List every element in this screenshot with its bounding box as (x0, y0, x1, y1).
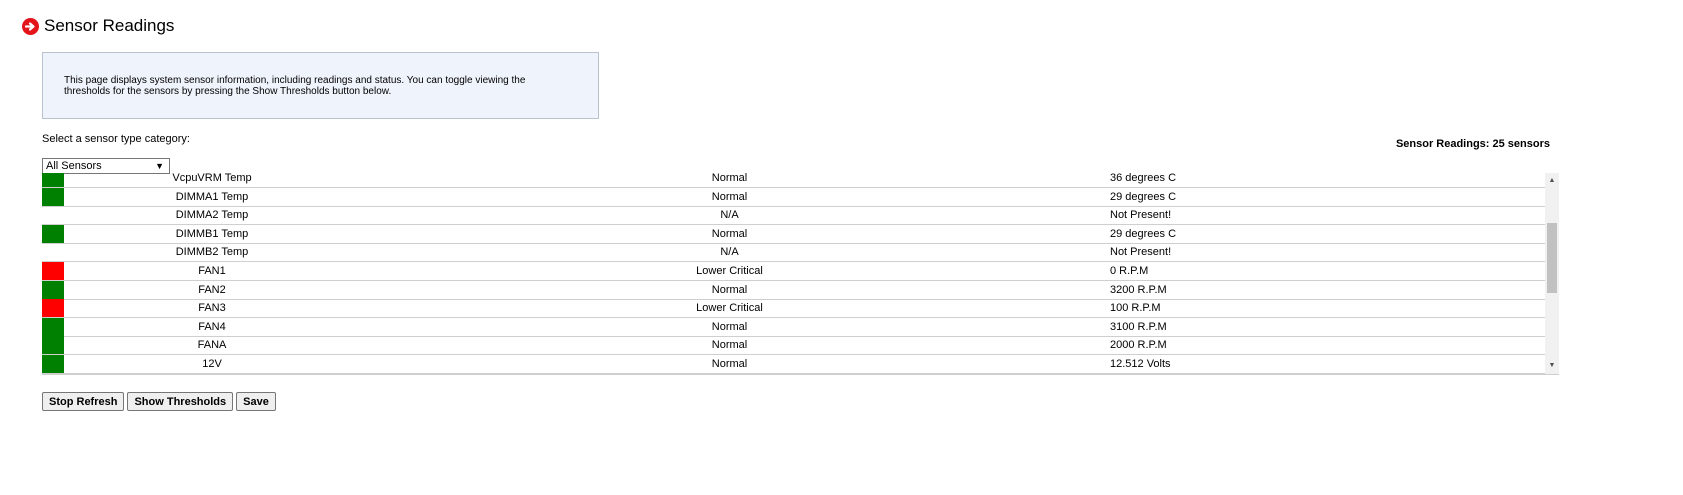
sensor-table[interactable]: VcpuVRM Temp Normal 36 degrees C DIMMA1 Tem… (42, 173, 1559, 375)
sensor-status: N/A (720, 246, 739, 259)
stop-refresh-button[interactable]: Stop Refresh (42, 392, 125, 411)
sensor-name: VcpuVRM Temp (172, 173, 252, 184)
sensor-status: Normal (711, 283, 748, 296)
status-indicator (42, 173, 64, 187)
scroll-up-arrow-icon[interactable]: ▲ (1545, 175, 1559, 187)
status-indicator (42, 280, 64, 299)
sensor-row: FAN3 Lower Critical 100 R.P.M (42, 299, 1545, 319)
page-title: Sensor Readings (44, 16, 175, 35)
sensor-row: FAN2 Normal 3200 R.P.M (42, 280, 1545, 300)
status-indicator (42, 262, 64, 280)
table-scrollbar[interactable]: ▲ ▼ (1545, 173, 1559, 374)
sensor-reading: 100 R.P.M (1110, 302, 1161, 315)
sensor-name: FAN2 (198, 283, 226, 296)
save-button[interactable]: Save (236, 392, 276, 411)
sensor-name: DIMMB1 Temp (175, 227, 249, 240)
arrow-right-circle-icon (22, 17, 39, 35)
show-thresholds-button[interactable]: Show Thresholds (127, 392, 234, 411)
status-indicator (42, 224, 64, 243)
scroll-down-arrow-icon[interactable]: ▼ (1545, 360, 1559, 372)
sensor-status: Normal (711, 339, 748, 352)
sensor-name: DIMMA2 Temp (175, 209, 249, 222)
info-panel: This page displays system sensor informa… (42, 52, 599, 119)
sensor-reading: 3100 R.P.M (1110, 320, 1167, 333)
button-bar: Stop Refresh Show Thresholds Save (42, 392, 276, 411)
sensor-row: VcpuVRM Temp Normal 36 degrees C (42, 173, 1545, 188)
sensor-row: DIMMB2 Temp N/A Not Present! (42, 243, 1545, 263)
sensor-row: DIMMB1 Temp Normal 29 degrees C (42, 224, 1545, 244)
sensor-name: FAN3 (198, 302, 226, 315)
status-indicator (42, 317, 64, 336)
sensor-status: N/A (720, 209, 739, 222)
sensor-category-select[interactable]: All Sensors ▼ (42, 158, 170, 174)
sensor-row: 12V Normal 12.512 Volts (42, 355, 1545, 374)
sensor-reading: 0 R.P.M (1110, 265, 1149, 277)
sensor-status: Normal (711, 320, 748, 333)
status-indicator (42, 299, 64, 318)
sensor-status: Lower Critical (696, 265, 763, 277)
sensor-row: FANA Normal 2000 R.P.M (42, 336, 1545, 356)
sensor-name: FANA (197, 339, 227, 352)
sensor-reading: 12.512 Volts (1110, 358, 1171, 370)
info-text: This page displays system sensor informa… (64, 75, 526, 97)
sensor-reading: 36 degrees C (1110, 173, 1177, 184)
sensor-name: FAN1 (198, 265, 226, 277)
sensor-status: Normal (711, 190, 748, 203)
status-indicator (42, 336, 64, 355)
sensor-category-value: All Sensors (46, 160, 102, 172)
sensor-reading: 3200 R.P.M (1110, 283, 1167, 296)
scroll-thumb[interactable] (1547, 223, 1557, 293)
status-indicator (42, 206, 64, 224)
sensor-row: DIMMA1 Temp Normal 29 degrees C (42, 187, 1545, 207)
status-indicator (42, 355, 64, 373)
sensor-name: DIMMB2 Temp (175, 246, 249, 259)
sensor-name: FAN4 (198, 320, 226, 333)
sensor-count: Sensor Readings: 25 sensors (1395, 138, 1550, 150)
sensor-status: Normal (711, 173, 748, 184)
sensor-name: 12V (202, 358, 222, 370)
sensor-status: Normal (711, 227, 748, 240)
sensor-reading: 2000 R.P.M (1110, 339, 1167, 352)
dropdown-arrow-icon: ▼ (155, 161, 164, 171)
sensor-name: DIMMA1 Temp (175, 190, 249, 203)
sensor-reading: Not Present! (1110, 209, 1172, 222)
sensor-row: DIMMA2 Temp N/A Not Present! (42, 206, 1545, 226)
sensor-row: FAN1 Lower Critical 0 R.P.M (42, 262, 1545, 281)
sensor-reading: 29 degrees C (1110, 190, 1177, 203)
page-header: Sensor Readings (22, 16, 174, 36)
sensor-status: Lower Critical (696, 302, 763, 315)
sensor-row: FAN4 Normal 3100 R.P.M (42, 317, 1545, 337)
status-indicator (42, 187, 64, 206)
sensor-status: Normal (711, 358, 748, 370)
category-label: Select a sensor type category: (42, 133, 190, 145)
status-indicator (42, 243, 64, 261)
sensor-reading: Not Present! (1110, 246, 1172, 259)
sensor-reading: 29 degrees C (1110, 227, 1177, 240)
